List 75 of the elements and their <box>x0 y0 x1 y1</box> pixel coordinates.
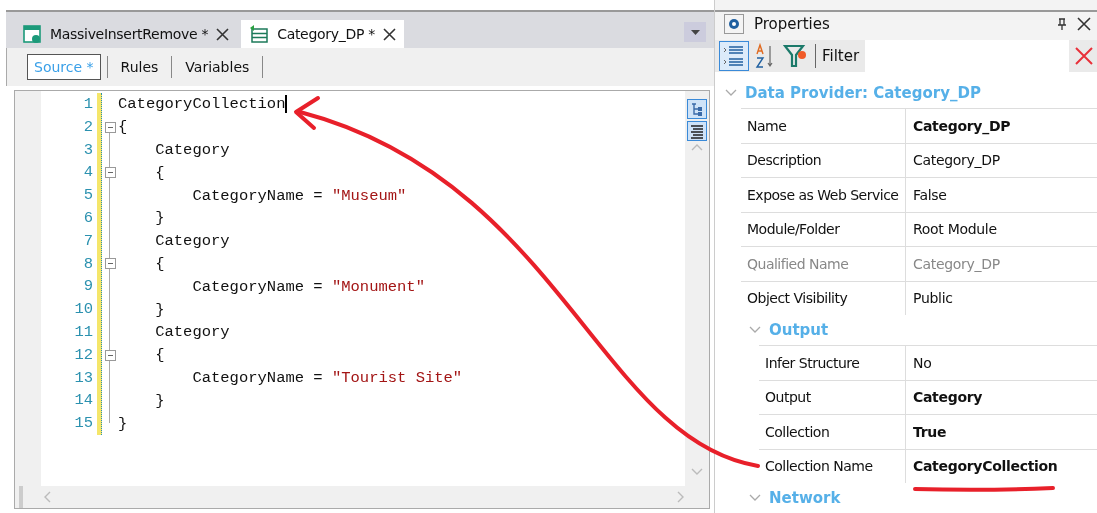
line-number: 12 <box>73 344 94 366</box>
line-number: 9 <box>82 276 94 298</box>
pin-icon[interactable] <box>1057 18 1067 30</box>
property-value[interactable]: Category_DP <box>906 143 1097 177</box>
document-icon <box>22 24 42 44</box>
code-line: } <box>118 413 129 435</box>
property-name: Infer Structure <box>759 346 906 380</box>
line-number: 8 <box>82 253 94 275</box>
code-line: { <box>154 345 166 367</box>
close-icon[interactable] <box>216 27 230 41</box>
code-line: CategoryName = "Museum" <box>191 185 408 207</box>
code-line: CategoryCollection <box>118 94 289 116</box>
collapse-icon[interactable] <box>104 258 116 270</box>
close-icon[interactable] <box>382 27 396 41</box>
chevron-icon <box>749 326 761 334</box>
line-number: 11 <box>73 321 94 343</box>
code-editor[interactable]: 1 2 3 4 5 6 7 8 9 10 11 12 13 14 15 CategoryCollection { Category { CategoryName = "Museum" } Category { CategoryName = "Monument" } Category { CategoryName = "Tourist Site" } } <box>14 90 710 509</box>
property-value[interactable]: True <box>906 415 1097 449</box>
collapse-icon[interactable] <box>104 167 116 179</box>
chevron-icon <box>725 89 737 97</box>
filter-icon[interactable] <box>783 43 809 69</box>
editor-tab[interactable]: Rules <box>113 54 166 80</box>
line-number: 14 <box>73 390 94 412</box>
format-icon[interactable] <box>687 121 707 141</box>
caret-icon <box>690 29 700 35</box>
property-name: Collection Name <box>759 449 906 483</box>
property-name: Description <box>741 143 906 177</box>
line-number: 4 <box>82 162 94 184</box>
code-line: CategoryName = "Tourist Site" <box>191 367 463 389</box>
property-value[interactable]: Category <box>906 380 1097 414</box>
list-icon <box>249 24 270 44</box>
code-line: Category <box>154 322 231 344</box>
code-line: } <box>154 390 166 412</box>
outline-icon[interactable] <box>687 99 707 119</box>
document-tab[interactable]: Category_DP * <box>241 20 404 48</box>
panel-title: Properties <box>754 15 830 33</box>
property-name: Qualified Name <box>741 247 906 281</box>
property-value[interactable]: No <box>906 346 1097 380</box>
property-value[interactable]: CategoryCollection <box>906 449 1097 483</box>
property-name: Object Visibility <box>741 281 906 315</box>
line-number: 3 <box>82 139 94 161</box>
code-line: Category <box>154 140 231 161</box>
line-number: 13 <box>73 367 94 389</box>
property-name: Name <box>741 109 906 143</box>
code-line: } <box>154 208 166 230</box>
property-name: Output <box>759 380 906 414</box>
property-value[interactable]: Category_DP <box>906 109 1097 143</box>
chevron-icon <box>749 494 761 502</box>
line-number: 7 <box>82 230 94 252</box>
tab-list-dropdown[interactable] <box>684 22 706 42</box>
property-value[interactable]: Public <box>906 281 1097 315</box>
line-number: 6 <box>82 208 94 229</box>
categorized-view-icon[interactable] <box>719 41 749 71</box>
property-name: Collection <box>759 415 906 449</box>
code-line: } <box>154 299 166 321</box>
clear-icon[interactable] <box>1075 47 1094 65</box>
code-line: Category <box>154 231 231 253</box>
property-name: Expose as Web Service <box>741 178 906 212</box>
collapse-icon[interactable] <box>104 121 116 133</box>
editor-tab[interactable]: Variables <box>178 54 257 80</box>
collapse-icon[interactable] <box>104 349 116 361</box>
code-line: { <box>118 117 129 139</box>
property-value[interactable]: Root Module <box>906 212 1097 246</box>
close-icon[interactable] <box>1077 17 1091 31</box>
code-line: CategoryName = "Monument" <box>191 276 426 298</box>
line-number: 2 <box>82 116 94 138</box>
line-number: 5 <box>82 185 94 207</box>
property-value[interactable]: False <box>906 178 1097 212</box>
property-name: Module/Folder <box>741 212 906 246</box>
filter-label: Filter <box>822 47 860 65</box>
code-line: { <box>154 162 166 184</box>
code-line: { <box>154 253 166 275</box>
line-number: 1 <box>82 94 94 115</box>
line-number: 10 <box>73 299 94 321</box>
line-number: 15 <box>73 413 94 435</box>
